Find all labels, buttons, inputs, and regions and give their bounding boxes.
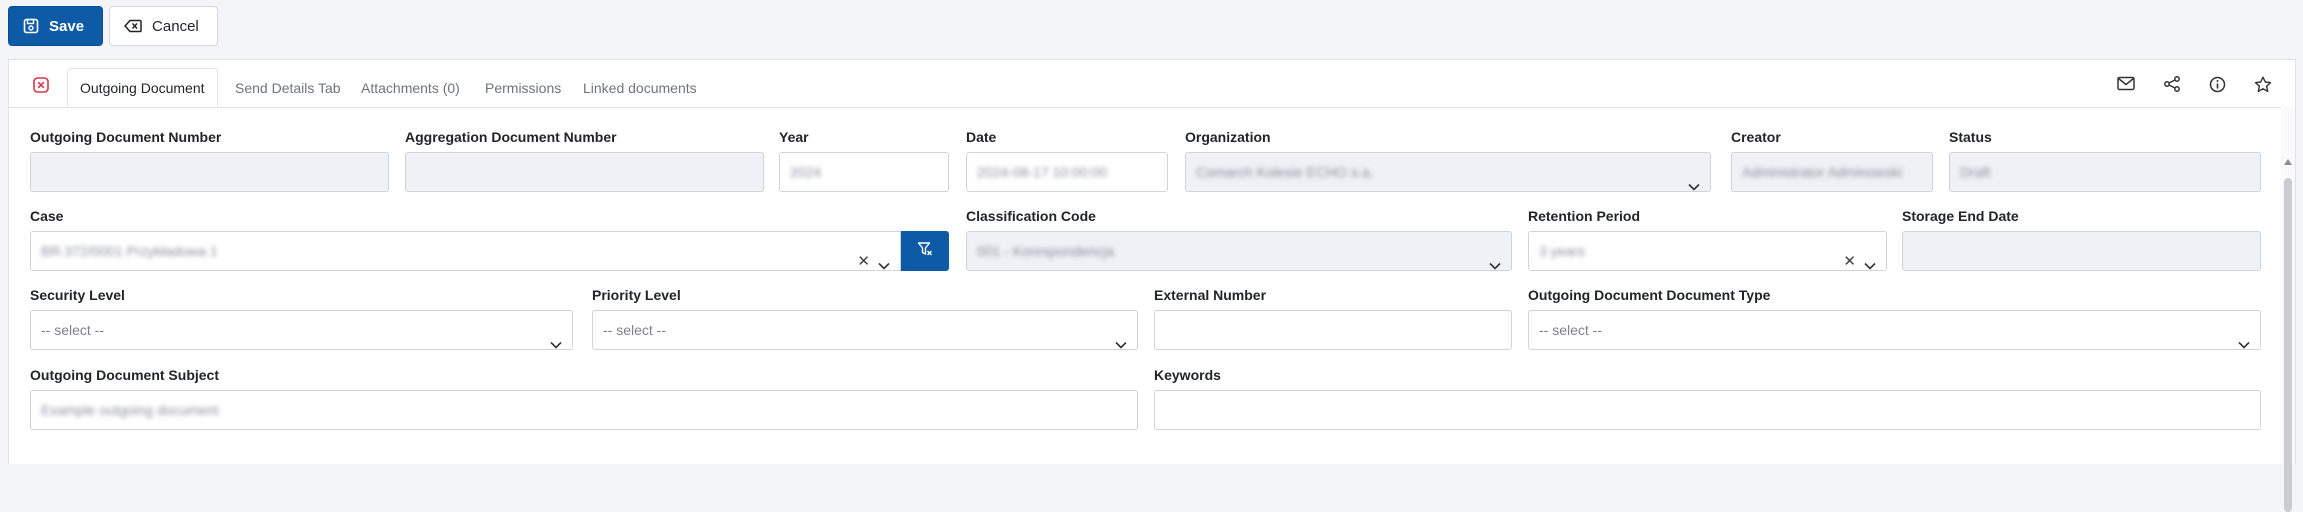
keywords-input[interactable] [1154,390,2261,430]
aggregation-number-field: Aggregation Document Number [405,128,764,192]
scrollbar-thumb[interactable] [2284,178,2292,512]
priority-level-label: Priority Level [592,287,681,303]
case-value: BR.372/0001 Przykładowa 1 [41,243,218,259]
save-icon [23,18,39,34]
subject-label: Outgoing Document Subject [30,367,219,383]
tab-outgoing-document[interactable]: Outgoing Document [67,68,218,107]
year-value: 2024 [790,164,822,180]
case-select[interactable]: BR.372/0001 Przykładowa 1 ✕ [30,231,901,271]
share-icon[interactable] [2163,76,2181,97]
date-input[interactable]: 2024-08-17 10:00:00 [966,152,1168,192]
clear-icon[interactable]: ✕ [857,243,870,270]
storage-end-field: Storage End Date [1902,207,2261,271]
status-label: Status [1949,129,1992,145]
close-tab-icon[interactable] [33,77,49,98]
chevron-down-icon [550,325,562,349]
scroll-up-arrow[interactable] [2284,159,2292,165]
chevron-down-icon [1489,246,1501,270]
outgoing-number-input [30,152,389,192]
case-field: Case BR.372/0001 Przykładowa 1 ✕ [30,207,949,271]
classification-field: Classification Code 001 - Korespondencja [966,207,1512,271]
keywords-label: Keywords [1154,367,1221,383]
status-value: Draft [1960,164,1991,180]
filter-clear-icon [917,241,933,262]
external-number-label: External Number [1154,287,1267,303]
creator-field: Creator Administrator Adminowski [1731,128,1933,192]
cancel-button-label: Cancel [152,17,199,35]
doc-type-placeholder: -- select -- [1539,322,1602,338]
organization-select[interactable]: Comarch Kolesie ECHO s.a. [1185,152,1711,192]
priority-level-select[interactable]: -- select -- [592,310,1138,350]
retention-field: Retention Period 3 years ✕ [1528,207,1887,271]
storage-end-input [1902,231,2261,271]
action-toolbar: Save Cancel [8,6,218,46]
classification-label: Classification Code [966,208,1096,224]
year-field: Year 2024 [779,128,949,192]
tab-permissions[interactable]: Permissions [473,69,573,107]
organization-label: Organization [1185,129,1271,145]
year-label: Year [779,129,809,145]
info-icon[interactable] [2209,76,2226,98]
chevron-down-icon [1688,167,1700,191]
save-button[interactable]: Save [8,6,104,46]
security-level-label: Security Level [30,287,125,303]
subject-value: Example outgoing document [41,402,219,418]
tab-linked-documents[interactable]: Linked documents [571,69,709,107]
creator-label: Creator [1731,129,1781,145]
tab-bar: Outgoing Document Send Details Tab Attac… [9,60,2295,108]
external-number-field: External Number [1154,286,1512,350]
status-input: Draft [1949,152,2261,192]
aggregation-number-input [405,152,764,192]
creator-input: Administrator Adminowski [1731,152,1933,192]
priority-level-placeholder: -- select -- [603,322,666,338]
star-icon[interactable] [2254,76,2272,98]
date-value: 2024-08-17 10:00:00 [977,164,1107,180]
chevron-down-icon [2238,325,2250,349]
case-label: Case [30,208,64,224]
subject-field: Outgoing Document Subject Example outgoi… [30,366,1138,430]
clear-icon[interactable]: ✕ [1843,243,1856,270]
retention-value: 3 years [1539,243,1585,259]
retention-select[interactable]: 3 years ✕ [1528,231,1887,271]
tab-attachments[interactable]: Attachments (0) [349,69,472,107]
creator-value: Administrator Adminowski [1742,164,1903,180]
save-button-label: Save [49,17,85,35]
cancel-button[interactable]: Cancel [109,6,218,46]
outgoing-number-field: Outgoing Document Number [30,128,389,192]
doc-type-label: Outgoing Document Document Type [1528,287,1771,303]
keywords-field: Keywords [1154,366,2261,430]
security-level-placeholder: -- select -- [41,322,104,338]
external-number-input[interactable] [1154,310,1512,350]
date-field: Date 2024-08-17 10:00:00 [966,128,1168,192]
doc-type-field: Outgoing Document Document Type -- selec… [1528,286,2261,350]
chevron-down-icon [1115,325,1127,349]
doc-type-select[interactable]: -- select -- [1528,310,2261,350]
chevron-down-icon [1864,246,1876,270]
subject-input[interactable]: Example outgoing document [30,390,1138,430]
security-level-field: Security Level -- select -- [30,286,573,350]
year-input[interactable]: 2024 [779,152,949,192]
classification-select[interactable]: 001 - Korespondencja [966,231,1512,271]
tab-send-details[interactable]: Send Details Tab [223,69,353,107]
case-filter-button[interactable] [901,231,949,271]
security-level-select[interactable]: -- select -- [30,310,573,350]
classification-value: 001 - Korespondencja [977,243,1114,259]
organization-value: Comarch Kolesie ECHO s.a. [1196,164,1374,180]
status-field: Status Draft [1949,128,2261,192]
organization-field: Organization Comarch Kolesie ECHO s.a. [1185,128,1711,192]
date-label: Date [966,129,997,145]
mail-icon[interactable] [2117,76,2135,96]
chevron-down-icon [878,246,890,270]
outgoing-number-label: Outgoing Document Number [30,129,222,145]
backspace-icon [124,19,142,33]
vertical-scrollbar[interactable] [2281,107,2295,512]
priority-level-field: Priority Level -- select -- [592,286,1138,350]
storage-end-label: Storage End Date [1902,208,2019,224]
aggregation-number-label: Aggregation Document Number [405,129,617,145]
retention-label: Retention Period [1528,208,1641,224]
